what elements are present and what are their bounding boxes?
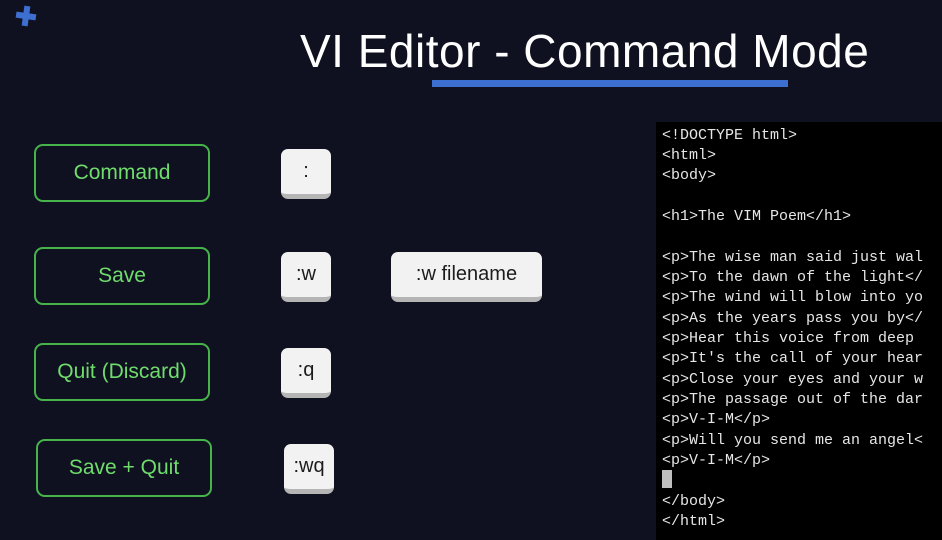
- save-quit-label-box: Save + Quit: [36, 439, 212, 497]
- code-line: <body>: [662, 167, 717, 184]
- command-label-box: Command: [34, 144, 210, 202]
- code-line: <p>To the dawn of the light</: [662, 269, 924, 286]
- code-line: <p>Close your eyes and your w: [662, 371, 924, 388]
- plus-icon: [15, 5, 37, 27]
- colon-key: :: [281, 149, 331, 199]
- save-label-box: Save: [34, 247, 210, 305]
- code-line: <p>The wise man said just wal: [662, 249, 924, 266]
- title-underline: [432, 80, 788, 87]
- code-line: <p>V-I-M</p>: [662, 411, 771, 428]
- code-line: </html>: [662, 513, 726, 530]
- text-cursor: [662, 470, 672, 488]
- page-title: VI Editor - Command Mode: [300, 25, 870, 77]
- code-line: <p>V-I-M</p>: [662, 452, 771, 469]
- code-line: <h1>The VIM Poem</h1>: [662, 208, 852, 225]
- code-line: <p>Hear this voice from deep: [662, 330, 924, 347]
- code-line: </body>: [662, 493, 726, 510]
- w-filename-key: :w filename: [391, 252, 542, 302]
- quit-discard-label-box: Quit (Discard): [34, 343, 210, 401]
- code-line: <p>As the years pass you by</: [662, 310, 924, 327]
- q-key: :q: [281, 348, 331, 398]
- code-line: <p>It's the call of your hear: [662, 350, 924, 367]
- code-line: <p>Will you send me an angel<: [662, 432, 924, 449]
- vim-terminal: <!DOCTYPE html> <html> <body> <h1>The VI…: [656, 122, 942, 540]
- code-line: <!DOCTYPE html>: [662, 127, 798, 144]
- code-line: <p>The passage out of the dar: [662, 391, 924, 408]
- w-key: :w: [281, 252, 331, 302]
- wq-key: :wq: [284, 444, 334, 494]
- code-line: <html>: [662, 147, 717, 164]
- code-line: <p>The wind will blow into yo: [662, 289, 924, 306]
